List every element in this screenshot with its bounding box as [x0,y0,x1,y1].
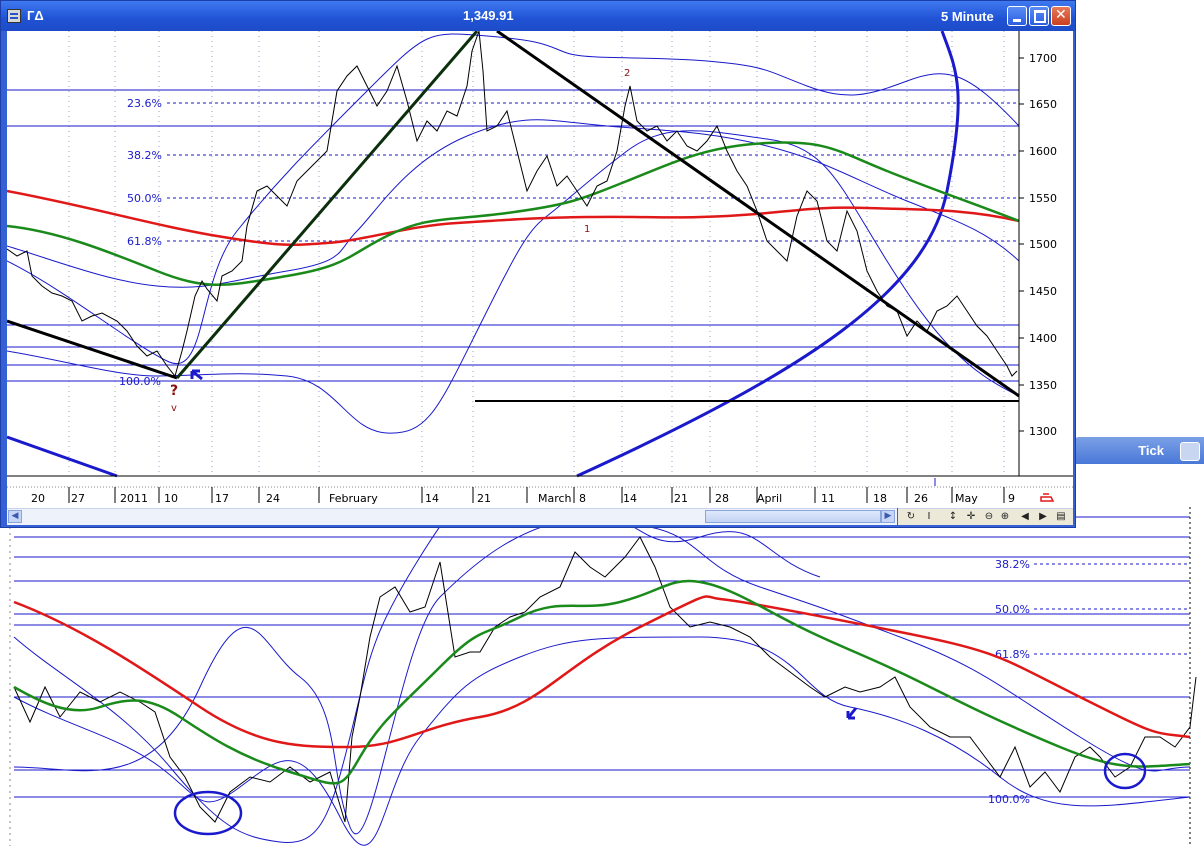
chart-toolbar: ↻ I ↕ ✛ ⊖ ⊕ ◀ ▶ ▤ [898,508,1073,525]
window-interval: 5 Minute [941,9,994,24]
bottom-price-line [13,536,1197,823]
fib-label-50: 50.0% [127,192,162,205]
fib-label-61: 61.8% [127,235,162,248]
vertical-arrows-icon[interactable]: ↕ [946,510,960,524]
x-tick-8: 8 [579,492,586,505]
vertical-grid [68,31,1005,476]
x-tick-march: March [538,492,572,505]
window-price: 1,349.91 [463,8,514,23]
horizontal-scrollbar[interactable]: ◀ ▶ [7,508,897,525]
main-window-titlebar[interactable]: ГΔ 1,349.91 5 Minute [1,1,1075,31]
window-icon[interactable]: ▤ [1054,510,1068,524]
price-chart-plot[interactable]: 23.6% 38.2% 50.0% 61.8% 100.0% 2 1 ? v 1… [7,31,1073,508]
x-tick-24: 24 [266,492,280,505]
wave-label-2: 2 [624,68,630,79]
blue-arc [576,31,960,478]
axis-indicator-icon[interactable] [1040,493,1055,502]
price-chart-area[interactable]: 23.6% 38.2% 50.0% 61.8% 100.0% 2 1 ? v 1… [7,31,1073,508]
cursor-icon[interactable]: I [922,510,936,524]
x-tick-27: 27 [71,492,85,505]
x-tick-20: 20 [31,492,45,505]
bottom-outer-band [13,515,821,835]
x-tick-9: 9 [1008,492,1015,505]
minimize-button[interactable] [1007,6,1027,26]
x-tick-2011: 2011 [120,492,148,505]
bottom-arrow-icon [846,707,858,720]
y-tick-1700: 1700 [1029,52,1057,65]
y-tick-1550: 1550 [1029,192,1057,205]
crosshair-icon[interactable]: ✛ [964,510,978,524]
scroll-right-icon[interactable]: ▶ [1036,510,1050,524]
x-tick-14a: 14 [425,492,439,505]
x-tick-28: 28 [715,492,729,505]
zoom-in-icon[interactable]: ⊕ [998,510,1012,524]
x-tick-17: 17 [215,492,229,505]
y-tick-1300: 1300 [1029,425,1057,438]
x-tick-11: 11 [821,492,835,505]
app-icon[interactable] [7,9,21,23]
bottom-lower-band [13,636,1191,846]
bottom-circle-left [173,790,243,836]
wave-label-v: v [171,403,177,414]
fib-label-23: 23.6% [127,97,162,110]
y-tick-1450: 1450 [1029,285,1057,298]
window-symbol: ГΔ [27,8,44,23]
x-tick-26: 26 [914,492,928,505]
close-button[interactable] [1051,6,1071,26]
x-tick-10: 10 [164,492,178,505]
main-chart-window[interactable]: ГΔ 1,349.91 5 Minute ✕ 23.6% 38.2% 50.0%… [0,0,1076,528]
y-axis-labels: 1700 1650 1600 1550 1500 1450 1400 1350 … [1029,52,1057,438]
y-tick-1650: 1650 [1029,98,1057,111]
x-tick-april: April [757,492,782,505]
scrollbar-thumb[interactable] [705,510,881,523]
fib-label-38: 38.2% [127,149,162,162]
scroll-left-icon[interactable]: ◀ [1018,510,1032,524]
zoom-out-icon[interactable]: ⊖ [982,510,996,524]
blue-arc-left-segment [7,435,118,478]
wave-label-question: ? [170,383,178,399]
green-moving-average [7,141,1020,286]
bottom-fib-label-38: 38.2% [995,558,1030,571]
fib-label-100: 100.0% [119,375,161,388]
x-tick-14b: 14 [623,492,637,505]
x-tick-21a: 21 [477,492,491,505]
y-tick-1350: 1350 [1029,379,1057,392]
x-tick-21b: 21 [674,492,688,505]
bottom-fib-label-50: 50.0% [995,603,1030,616]
wave-label-1: 1 [584,224,590,235]
y-tick-1500: 1500 [1029,238,1057,251]
maximize-button[interactable] [1029,6,1049,26]
x-tick-february: February [329,492,378,505]
scroll-right-arrow-icon[interactable]: ▶ [881,510,895,523]
x-tick-18: 18 [873,492,887,505]
bottom-upper-band [13,500,1191,844]
left-trend-line [7,319,178,380]
x-tick-may: May [955,492,978,505]
up-trend-line [175,31,479,379]
refresh-icon[interactable]: ↻ [904,510,918,524]
y-tick-1400: 1400 [1029,332,1057,345]
y-tick-1600: 1600 [1029,145,1057,158]
bottom-fib-label-100: 100.0% [988,793,1030,806]
scroll-left-arrow-icon[interactable]: ◀ [8,510,22,523]
